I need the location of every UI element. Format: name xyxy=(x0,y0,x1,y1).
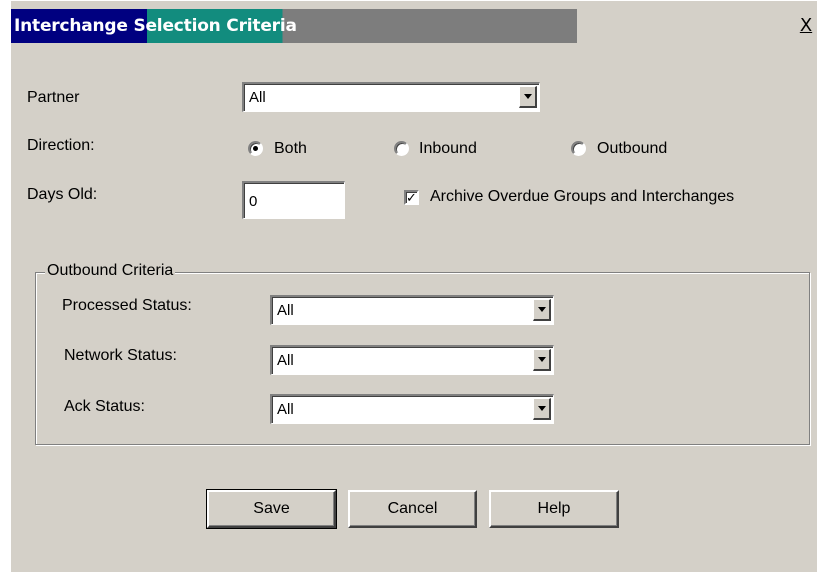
days-old-label: Days Old: xyxy=(27,186,98,203)
chevron-down-icon[interactable] xyxy=(519,86,537,108)
ack-status-dropdown[interactable]: All xyxy=(270,394,554,424)
partner-label: Partner xyxy=(27,89,80,106)
chevron-down-icon[interactable] xyxy=(533,299,551,321)
window-title: Interchange Selection Criteria xyxy=(14,16,297,36)
network-status-value: All xyxy=(277,352,294,369)
radio-both-label: Both xyxy=(274,140,307,157)
radio-both[interactable] xyxy=(248,141,263,156)
partner-dropdown[interactable]: All xyxy=(242,82,540,112)
days-old-value: 0 xyxy=(249,193,258,210)
chevron-down-icon[interactable] xyxy=(533,349,551,371)
processed-status-label: Processed Status: xyxy=(62,297,192,314)
radio-inbound[interactable] xyxy=(394,141,409,156)
processed-status-value: All xyxy=(277,302,294,319)
outbound-criteria-legend: Outbound Criteria xyxy=(45,262,176,280)
ack-status-label: Ack Status: xyxy=(64,398,145,415)
archive-checkbox[interactable]: ✓ xyxy=(404,190,419,205)
archive-label: Archive Overdue Groups and Interchanges xyxy=(430,188,735,205)
close-button[interactable]: X xyxy=(794,15,817,37)
title-bar[interactable]: Interchange Selection Criteria X xyxy=(11,9,817,43)
processed-status-dropdown[interactable]: All xyxy=(270,295,554,325)
network-status-dropdown[interactable]: All xyxy=(270,345,554,375)
ack-status-value: All xyxy=(277,401,294,418)
radio-inbound-label: Inbound xyxy=(419,140,477,157)
cancel-button[interactable]: Cancel xyxy=(348,490,477,528)
chevron-down-icon[interactable] xyxy=(533,398,551,420)
help-button[interactable]: Help xyxy=(489,490,619,528)
network-status-label: Network Status: xyxy=(64,347,177,364)
days-old-input[interactable]: 0 xyxy=(242,181,345,219)
interchange-selection-dialog: Interchange Selection Criteria X Partner… xyxy=(10,0,817,572)
radio-outbound[interactable] xyxy=(571,141,586,156)
direction-label: Direction: xyxy=(27,137,95,154)
radio-outbound-label: Outbound xyxy=(597,140,668,157)
partner-value: All xyxy=(249,89,266,106)
save-button[interactable]: Save xyxy=(206,489,337,529)
